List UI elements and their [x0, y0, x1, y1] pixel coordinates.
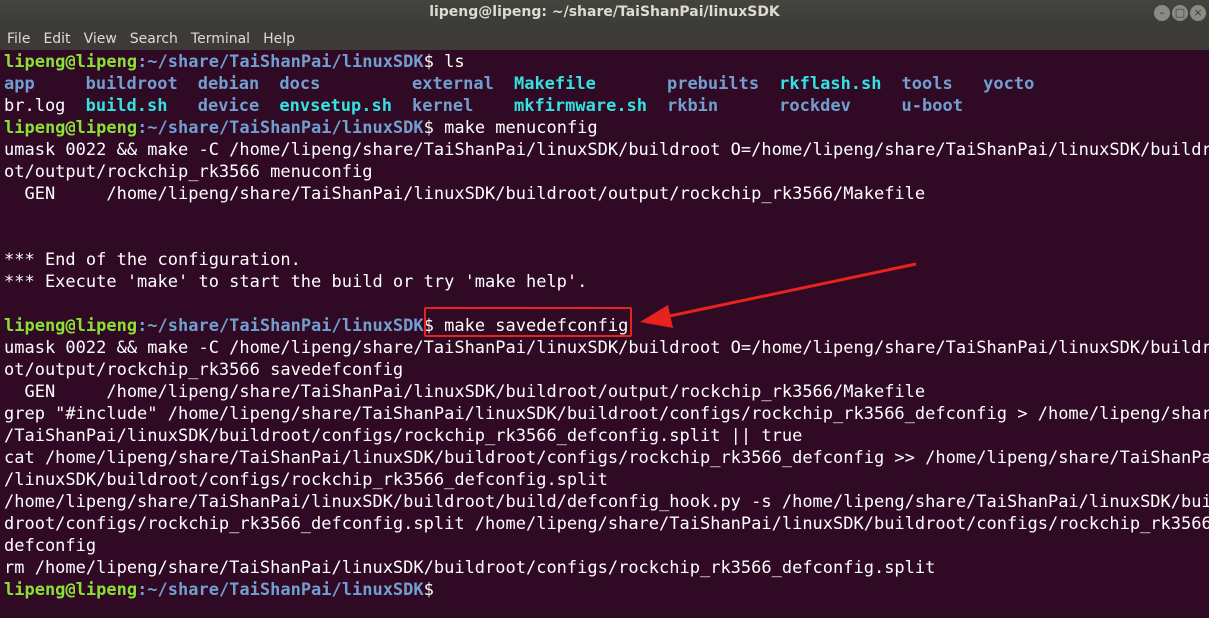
output-text: defconfig: [4, 536, 97, 556]
prompt-user: lipeng@lipeng: [4, 580, 138, 600]
terminal-line: umask 0022 && make -C /home/lipeng/share…: [4, 337, 1209, 359]
terminal-line: ot/output/rockchip_rk3566 savedefconfig: [4, 359, 1209, 381]
window-title: lipeng@lipeng: ~/share/TaiShanPai/linuxS…: [429, 4, 780, 20]
maximize-icon[interactable]: □: [1172, 5, 1188, 21]
prompt-path: :~/share/TaiShanPai/linuxSDK: [137, 118, 424, 138]
highlight-box: [424, 307, 632, 337]
ls-entry: Makefile: [513, 74, 596, 94]
terminal-line: lipeng@lipeng:~/share/TaiShanPai/linuxSD…: [4, 117, 1209, 139]
terminal-line: br.log build.sh device envsetup.sh kernel mkf…: [4, 95, 1209, 117]
terminal-line: droot/configs/rockchip_rk3566_defconfig.…: [4, 513, 1209, 535]
ls-entry: build.sh: [85, 96, 168, 116]
terminal-line: GEN /home/lipeng/share/TaiShanPai/linuxS…: [4, 381, 1209, 403]
output-text: cat /home/lipeng/share/TaiShanPai/linuxS…: [4, 448, 1209, 468]
ls-entry: envsetup.sh: [279, 96, 392, 116]
menu-file[interactable]: File: [0, 31, 36, 47]
title-bar: lipeng@lipeng: ~/share/TaiShanPai/linuxS…: [0, 0, 1209, 29]
menu-bar: File Edit View Search Terminal Help: [0, 28, 1209, 50]
output-text: GEN /home/lipeng/share/TaiShanPai/linuxS…: [4, 382, 926, 402]
prompt-path: :~/share/TaiShanPai/linuxSDK: [137, 52, 424, 72]
output-text: GEN /home/lipeng/share/TaiShanPai/linuxS…: [4, 184, 926, 204]
menu-edit[interactable]: Edit: [36, 31, 76, 47]
output-text: grep "#include" /home/lipeng/share/TaiSh…: [4, 404, 1209, 424]
ls-entry: app: [4, 74, 35, 94]
ls-entry: mkfirmware.sh: [513, 96, 648, 116]
ls-entry: device: [197, 96, 260, 116]
output-text: umask 0022 && make -C /home/lipeng/share…: [4, 140, 1209, 160]
menu-view[interactable]: View: [77, 31, 123, 47]
close-icon[interactable]: ×: [1190, 5, 1206, 21]
menu-search[interactable]: Search: [123, 31, 184, 47]
terminal-line: defconfig: [4, 535, 1209, 557]
terminal-line: *** End of the configuration.: [4, 249, 1209, 271]
prompt-symbol: $: [423, 118, 434, 138]
output-text: *** Execute 'make' to start the build or…: [4, 272, 588, 292]
ls-entry: yocto: [983, 74, 1035, 94]
terminal-line: GEN /home/lipeng/share/TaiShanPai/linuxS…: [4, 183, 1209, 205]
menu-help[interactable]: Help: [256, 31, 301, 47]
prompt-path: :~/share/TaiShanPai/linuxSDK: [137, 580, 424, 600]
output-text: /TaiShanPai/linuxSDK/buildroot/configs/r…: [4, 426, 803, 446]
terminal-line: /linuxSDK/buildroot/configs/rockchip_rk3…: [4, 469, 1209, 491]
terminal-line: rm /home/lipeng/share/TaiShanPai/linuxSD…: [4, 557, 1209, 579]
prompt-symbol: $: [423, 52, 434, 72]
menu-terminal[interactable]: Terminal: [184, 31, 256, 47]
ls-entry: buildroot: [85, 74, 178, 94]
ls-entry: rockdev: [779, 96, 851, 116]
prompt-user: lipeng@lipeng: [4, 118, 138, 138]
ls-entry: rkbin: [666, 96, 719, 116]
terminal-line: lipeng@lipeng:~/share/TaiShanPai/linuxSD…: [4, 51, 1209, 73]
output-text: rm /home/lipeng/share/TaiShanPai/linuxSD…: [4, 558, 936, 578]
minimize-icon[interactable]: –: [1154, 5, 1170, 21]
prompt-symbol: $: [423, 580, 434, 600]
terminal-line: lipeng@lipeng:~/share/TaiShanPai/linuxSD…: [4, 579, 1209, 601]
terminal-line: app buildroot debian docs external Makefile pr…: [4, 73, 1209, 95]
ls-entry: docs: [279, 74, 321, 94]
terminal-line: grep "#include" /home/lipeng/share/TaiSh…: [4, 403, 1209, 425]
prompt-user: lipeng@lipeng: [4, 316, 138, 336]
terminal-line: /TaiShanPai/linuxSDK/buildroot/configs/r…: [4, 425, 1209, 447]
ls-entry: tools: [901, 74, 953, 94]
output-text: /home/lipeng/share/TaiShanPai/linuxSDK/b…: [4, 492, 1209, 512]
output-text: droot/configs/rockchip_rk3566_defconfig.…: [4, 514, 1209, 534]
ls-entry: external: [411, 74, 494, 94]
ls-entry: prebuilts: [666, 74, 760, 94]
terminal-line: /home/lipeng/share/TaiShanPai/linuxSDK/b…: [4, 491, 1209, 513]
output-text: umask 0022 && make -C /home/lipeng/share…: [4, 338, 1209, 358]
ls-entry: br.log: [4, 96, 66, 116]
ls-entry: kernel: [411, 96, 474, 116]
ls-entry: u-boot: [901, 96, 963, 116]
command-text: ls: [433, 52, 465, 72]
terminal-line: *** Execute 'make' to start the build or…: [4, 271, 1209, 293]
output-text: ot/output/rockchip_rk3566 savedefconfig: [4, 360, 404, 380]
output-text: ot/output/rockchip_rk3566 menuconfig: [4, 162, 373, 182]
prompt-user: lipeng@lipeng: [4, 52, 138, 72]
terminal-line: ot/output/rockchip_rk3566 menuconfig: [4, 161, 1209, 183]
ls-entry: rkflash.sh: [779, 74, 882, 94]
prompt-path: :~/share/TaiShanPai/linuxSDK: [137, 316, 424, 336]
output-text: /linuxSDK/buildroot/configs/rockchip_rk3…: [4, 470, 608, 490]
terminal-line: cat /home/lipeng/share/TaiShanPai/linuxS…: [4, 447, 1209, 469]
ls-entry: debian: [197, 74, 260, 94]
terminal-line: umask 0022 && make -C /home/lipeng/share…: [4, 139, 1209, 161]
output-text: *** End of the configuration.: [4, 250, 301, 270]
command-text: make menuconfig: [433, 118, 598, 138]
